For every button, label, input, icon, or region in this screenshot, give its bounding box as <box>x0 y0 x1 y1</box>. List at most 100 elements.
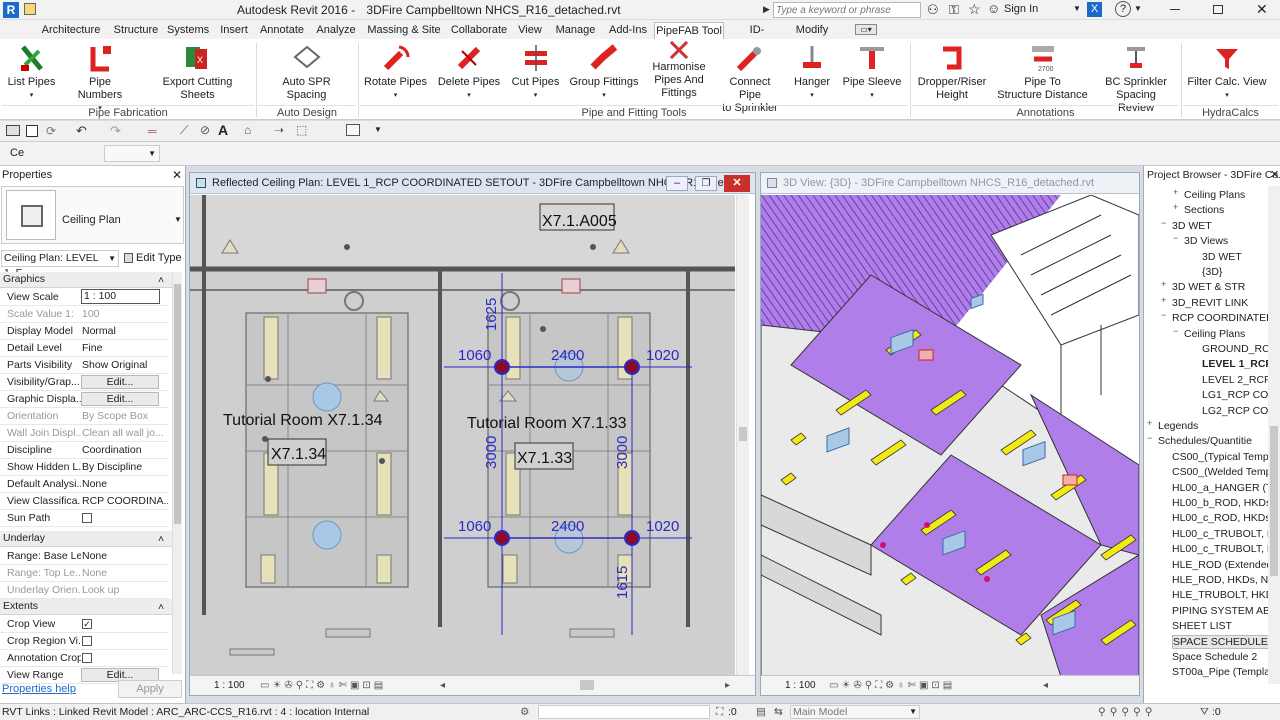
ribbon-options-icon[interactable]: ▭▾ <box>855 24 877 35</box>
open-icon[interactable] <box>6 125 20 136</box>
property-value[interactable]: Coordination <box>82 442 168 458</box>
property-group-header[interactable]: Underlay ˄ <box>0 531 182 547</box>
dim-1625[interactable]: 1625 <box>483 298 500 331</box>
dim-1060-top[interactable]: 1060 <box>458 347 491 364</box>
dimension-icon[interactable]: ⟋ <box>180 123 188 138</box>
view1-vertical-scrollbar[interactable] <box>736 195 749 677</box>
property-value[interactable]: RCP COORDINA... <box>82 493 168 509</box>
tab-massing-site[interactable]: Massing & Site <box>366 22 442 39</box>
property-value[interactable]: Clean all wall jo... <box>82 425 168 441</box>
pipe-sleeve-button[interactable]: Pipe Sleeve ▾ <box>842 41 902 105</box>
tab-structure[interactable]: Structure <box>107 22 165 39</box>
browser-item[interactable]: Space Schedule 2 <box>1172 650 1257 664</box>
tab-architecture[interactable]: Architecture <box>38 22 104 39</box>
dim-1615[interactable]: 1615 <box>614 566 631 599</box>
favorites-icon[interactable]: ☆ <box>968 1 981 18</box>
browser-item[interactable]: −3D Views <box>1173 234 1228 248</box>
collapse-icon[interactable]: − <box>1147 434 1156 443</box>
group-fittings-button[interactable]: Group Fittings ▾ <box>568 41 640 105</box>
exchange-apps-icon[interactable]: X <box>1087 2 1102 17</box>
pipe-to-structure-distance-button[interactable]: 2700 Pipe To Structure Distance <box>995 41 1090 105</box>
project-browser-close-icon[interactable]: ✕ <box>1270 168 1279 181</box>
scrollbar-thumb[interactable] <box>1270 426 1278 576</box>
properties-close-icon[interactable]: ✕ <box>172 168 182 182</box>
switch-windows-icon[interactable] <box>346 124 360 136</box>
tab-add-ins[interactable]: Add-Ins <box>606 22 650 39</box>
property-group-header[interactable]: Graphics ˄ <box>0 272 182 288</box>
tab-annotate[interactable]: Annotate <box>257 22 307 39</box>
expand-icon[interactable]: + <box>1161 295 1170 305</box>
undo-icon[interactable]: ↶ <box>76 123 87 139</box>
binoculars-icon[interactable]: ⚇ <box>927 2 939 18</box>
sign-in-link[interactable]: Sign In <box>1004 3 1038 15</box>
dim-3000-left[interactable]: 3000 <box>483 436 500 469</box>
tab-collaborate[interactable]: Collaborate <box>448 22 510 39</box>
property-checkbox[interactable]: ✓ <box>82 619 92 629</box>
subscription-icon[interactable]: ⚿ <box>949 2 959 18</box>
dim-1020-bottom[interactable]: 1020 <box>646 518 679 535</box>
tag-icon[interactable]: ⊘ <box>200 123 210 137</box>
rotate-pipes-button[interactable]: Rotate Pipes ▾ <box>362 41 429 105</box>
close-icon[interactable]: ✕ <box>1256 1 1268 18</box>
browser-item[interactable]: HL00_a_HANGER (Te <box>1172 481 1277 495</box>
browser-item[interactable]: CS00_(Typical Templ <box>1172 450 1271 464</box>
rcp-view-window[interactable]: Reflected Ceiling Plan: LEVEL 1_RCP COOR… <box>189 172 756 696</box>
section-icon[interactable]: ➝ <box>274 123 284 137</box>
browser-scrollbar[interactable] <box>1268 186 1280 684</box>
3d-view-window[interactable]: 3D View: {3D} - 3DFire Campbelltown NHCS… <box>760 172 1140 696</box>
edit-button[interactable]: Edit... <box>81 375 159 389</box>
user-icon[interactable]: ☺ <box>987 1 1000 16</box>
worksharing-icon[interactable]: ⚙ <box>520 704 529 720</box>
view1-close-icon[interactable]: ✕ <box>724 175 750 192</box>
view2-scroll-left-icon[interactable]: ◂ <box>1043 676 1048 695</box>
browser-item[interactable]: GROUND_RCP <box>1202 342 1277 356</box>
dim-3000-right[interactable]: 3000 <box>614 436 631 469</box>
search-arrow-icon[interactable]: ▶ <box>763 4 770 15</box>
dim-2400-top[interactable]: 2400 <box>551 347 584 364</box>
hanger-button[interactable]: Hanger ▾ <box>789 41 835 105</box>
bc-sprinkler-spacing-review-button[interactable]: BC Sprinkler Spacing Review <box>1097 41 1175 114</box>
edit-button[interactable]: Edit... <box>81 392 159 406</box>
expand-icon[interactable]: + <box>1173 203 1182 212</box>
view1-control-icons[interactable]: ▭☀✇⚲⛶⚙♁✄▣⊡▤ <box>260 676 386 695</box>
connect-pipe-to-sprinkler-button[interactable]: Connect Pipe to Sprinkler <box>717 41 783 114</box>
selection-icon[interactable]: ⛶ <box>716 704 723 720</box>
property-value[interactable]: None <box>82 476 168 492</box>
harmonise-pipes-button[interactable]: Harmonise Pipes And Fittings <box>646 39 712 105</box>
browser-item[interactable]: HLE_ROD, HKDs, NU <box>1172 573 1276 587</box>
3d-view-titlebar[interactable]: 3D View: {3D} - 3DFire Campbelltown NHCS… <box>761 173 1139 194</box>
browser-item[interactable]: HL00_c_ROD, HKDs, I <box>1172 511 1279 525</box>
view1-scale[interactable]: 1 : 100 <box>214 676 245 695</box>
instance-selector[interactable]: Ceiling Plan: LEVEL 1_F ▼ <box>1 250 119 279</box>
sync-icon[interactable]: ⟳ <box>46 124 56 138</box>
browser-item[interactable]: − Schedules/Quantitie <box>1147 434 1252 448</box>
design-options-icon[interactable]: ▤ <box>756 704 766 720</box>
list-pipes-button[interactable]: List Pipes ▾ <box>4 41 59 105</box>
browser-item[interactable]: HLE_ROD (Extended <box>1172 558 1272 572</box>
dropper-riser-height-button[interactable]: Dropper/Riser Height <box>916 41 988 105</box>
property-value[interactable]: Show Original <box>82 357 168 373</box>
search-input[interactable] <box>773 2 921 18</box>
tab-id-gurus[interactable]: ID-GURUS <box>730 22 784 52</box>
tab-modify[interactable]: Modify <box>792 22 832 39</box>
help-dropdown-icon[interactable]: ▼ <box>1134 4 1142 13</box>
export-cutting-sheets-button[interactable]: X Export Cutting Sheets <box>146 41 249 105</box>
model-selector[interactable]: Main Model ▼ <box>790 705 920 719</box>
help-icon[interactable]: ? <box>1115 1 1131 17</box>
minimize-icon[interactable] <box>1170 9 1180 10</box>
type-selector[interactable]: Ceiling Plan ▼ <box>1 186 184 244</box>
view2-scale[interactable]: 1 : 100 <box>785 676 816 695</box>
browser-item[interactable]: ST00a_Pipe (Templat <box>1172 665 1273 679</box>
scrollbar-thumb[interactable] <box>739 427 747 441</box>
property-value[interactable]: Fine <box>82 340 168 356</box>
dim-2400-bottom[interactable]: 2400 <box>551 518 584 535</box>
tab-analyze[interactable]: Analyze <box>314 22 358 39</box>
dim-1060-bottom[interactable]: 1060 <box>458 518 491 535</box>
tab-insert[interactable]: Insert <box>216 22 252 39</box>
browser-item[interactable]: − Ceiling Plans <box>1173 326 1245 341</box>
selection-toggle-icons[interactable]: ⚲⚲⚲⚲⚲ <box>1098 704 1156 720</box>
scrollbar-thumb[interactable] <box>174 284 181 524</box>
sign-in-dropdown-icon[interactable]: ▼ <box>1073 4 1081 13</box>
text-icon[interactable]: A <box>218 122 228 138</box>
browser-item[interactable]: HL00_b_ROD, HKDs, <box>1172 496 1274 510</box>
